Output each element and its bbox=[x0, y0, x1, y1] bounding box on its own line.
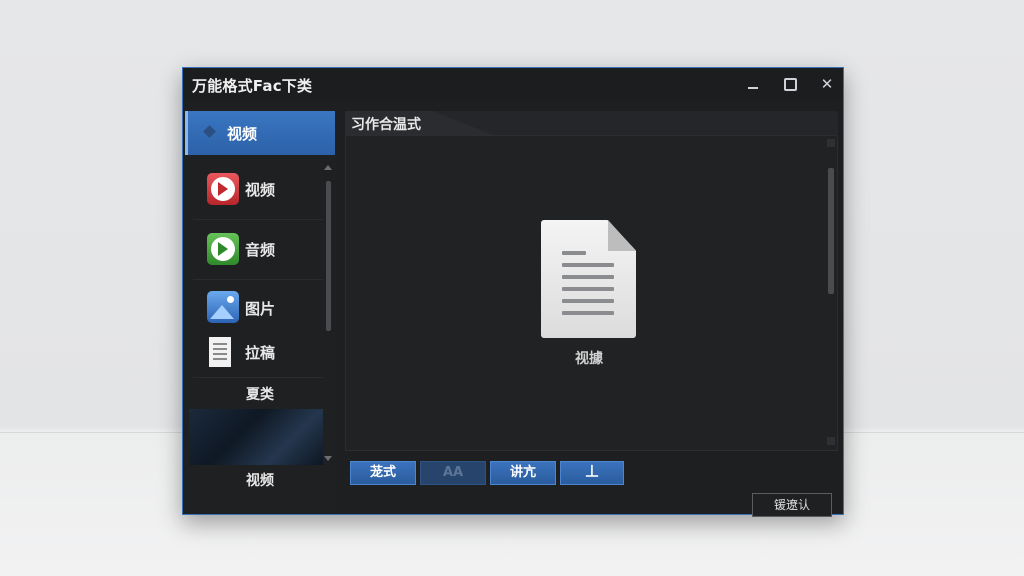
tab-format[interactable]: 习作合温式 bbox=[345, 111, 433, 135]
main-scrollbar[interactable] bbox=[828, 168, 834, 294]
sidebar-item-label: 图片 bbox=[245, 300, 276, 318]
sidebar-item-label: 拉稿 bbox=[245, 344, 276, 362]
maximize-button[interactable] bbox=[775, 71, 805, 97]
document-icon bbox=[209, 337, 231, 367]
thumbnail-label: 视频 bbox=[246, 473, 274, 489]
minimize-icon bbox=[748, 86, 758, 89]
scroll-down-icon[interactable] bbox=[324, 456, 332, 461]
sidebar-active-label: 视频 bbox=[227, 125, 258, 143]
sidebar-item-image[interactable]: 图片 bbox=[193, 281, 323, 331]
action-button[interactable]: 讲亢 bbox=[490, 461, 556, 485]
image-icon bbox=[207, 291, 239, 323]
audio-play-icon bbox=[207, 233, 239, 265]
minimize-button[interactable] bbox=[738, 71, 768, 97]
tab-notch bbox=[433, 111, 493, 135]
main-scroll-up-button[interactable] bbox=[827, 139, 835, 147]
format-button[interactable]: 茏式 bbox=[350, 461, 416, 485]
scroll-up-icon[interactable] bbox=[324, 165, 332, 170]
document-caption: 视據 bbox=[575, 351, 603, 367]
close-icon: ✕ bbox=[820, 75, 834, 93]
maximize-icon bbox=[783, 78, 797, 91]
sidebar-item-audio[interactable]: 音频 bbox=[193, 221, 323, 280]
main-scroll-down-button[interactable] bbox=[827, 437, 835, 445]
sidebar-item-video[interactable]: 视频 bbox=[193, 161, 323, 220]
diamond-icon bbox=[203, 125, 216, 138]
title-bar[interactable]: 万能格式Fac下类 ✕ bbox=[183, 68, 843, 100]
video-thumbnail[interactable] bbox=[189, 409, 323, 465]
sidebar-section-label: 夏类 bbox=[246, 387, 274, 403]
sidebar-item-active-video[interactable]: 视频 bbox=[185, 111, 335, 155]
upload-button[interactable]: 丄 bbox=[560, 461, 624, 485]
sidebar-item-label: 视频 bbox=[245, 181, 276, 199]
confirm-button[interactable]: 锾遼认 bbox=[752, 493, 832, 517]
sidebar-scrollbar[interactable] bbox=[326, 181, 331, 331]
close-button[interactable]: ✕ bbox=[812, 71, 842, 97]
disabled-button[interactable]: AA bbox=[420, 461, 486, 485]
sidebar-item-document[interactable]: 拉稿 bbox=[193, 329, 323, 378]
sidebar-item-label: 音频 bbox=[245, 241, 276, 259]
video-play-icon bbox=[207, 173, 239, 205]
app-window: 万能格式Fac下类 ✕ 视频 视频 音频 图片 拉稿 夏类 视频 习作合温式 视… bbox=[182, 67, 844, 517]
sidebar: 视频 视频 音频 图片 拉稿 夏类 视频 bbox=[185, 111, 337, 511]
window-title: 万能格式Fac下类 bbox=[192, 77, 313, 95]
